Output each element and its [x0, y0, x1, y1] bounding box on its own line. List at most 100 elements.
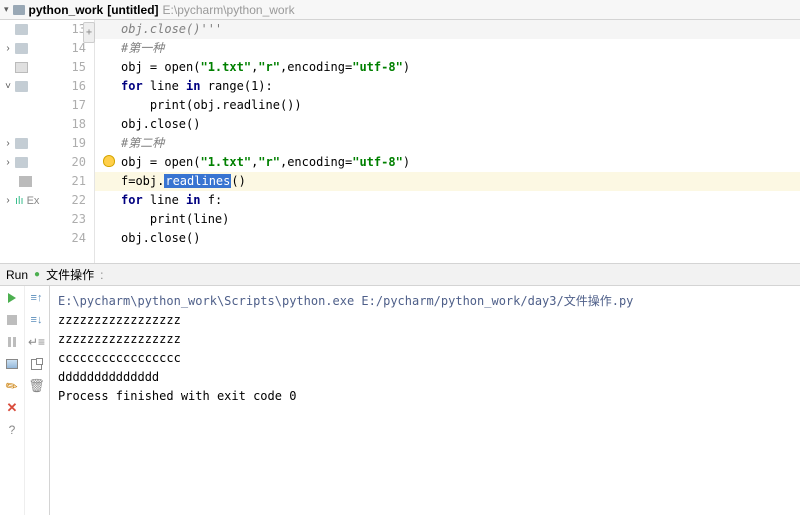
folder-icon	[15, 81, 28, 92]
save-icon[interactable]	[4, 356, 20, 372]
line-number-gutter: 131415161718192021222324	[55, 20, 95, 263]
run-tool-window: Run ● 文件操作 : ✎ ✕ ? ≡↑ ≡↓ ↵≡	[0, 264, 800, 515]
chevron-right-icon[interactable]: ›	[4, 43, 12, 54]
line-number: 21	[55, 172, 86, 191]
console-line: dddddddddddddd	[58, 368, 792, 387]
help-icon[interactable]: ?	[4, 422, 20, 438]
token-str: "utf-8"	[352, 155, 403, 169]
layout-icon[interactable]	[29, 356, 45, 372]
token-str: "1.txt"	[200, 155, 251, 169]
code-line[interactable]: for line in f:	[95, 191, 800, 210]
token-fn: range(1):	[201, 79, 273, 93]
run-console[interactable]: E:\pycharm\python_work\Scripts\python.ex…	[50, 286, 800, 515]
external-libraries-label[interactable]: Ex	[27, 195, 40, 207]
run-command-line: E:\pycharm\python_work\Scripts\python.ex…	[58, 292, 792, 311]
line-number: 19	[55, 134, 86, 153]
breadcrumb: ▾ python_work [untitled] E:\pycharm\pyth…	[0, 0, 800, 20]
code-body[interactable]: +obj.close()''' #第一种 obj = open("1.txt","r…	[95, 20, 800, 263]
token-fn: ()	[231, 174, 245, 188]
run-tab-bar: Run ● 文件操作 :	[0, 264, 800, 286]
run-tab-label[interactable]: 文件操作	[46, 266, 94, 283]
token-fn: )	[403, 155, 410, 169]
code-line[interactable]: print(line)	[95, 210, 800, 229]
scroll-bottom-icon[interactable]: ≡↓	[29, 312, 45, 328]
chevron-down-icon[interactable]: ˅	[4, 81, 12, 92]
line-number: 24	[55, 229, 86, 248]
console-line: Process finished with exit code 0	[58, 387, 792, 406]
line-number: 23	[55, 210, 86, 229]
run-toolbar: ✎ ✕ ? ≡↑ ≡↓ ↵≡ 🗑	[0, 286, 50, 515]
folder-icon	[15, 24, 28, 35]
token-cm: #第一种	[121, 41, 164, 55]
code-line[interactable]: obj.close()	[95, 115, 800, 134]
line-number: 17	[55, 96, 86, 115]
token-fn: f:	[201, 193, 223, 207]
token-kw: for	[121, 193, 143, 207]
fold-icon[interactable]: +	[83, 22, 95, 43]
pin-icon[interactable]: ✎	[4, 378, 20, 394]
token-fn: f=obj.	[121, 174, 164, 188]
chevron-right-icon[interactable]: ›	[4, 138, 12, 149]
token-fn: line	[143, 193, 186, 207]
folder-icon	[15, 43, 28, 54]
folder-icon	[13, 5, 25, 15]
code-line[interactable]: f=obj.readlines()	[95, 172, 800, 191]
token-kw: in	[186, 193, 200, 207]
external-libraries-icon: ılı	[15, 195, 24, 207]
token-str: "utf-8"	[352, 60, 403, 74]
breadcrumb-context: [untitled]	[107, 3, 158, 17]
code-line[interactable]: #第一种	[95, 39, 800, 58]
code-line[interactable]: #第二种	[95, 134, 800, 153]
console-line: ccccccccccccccccc	[58, 349, 792, 368]
line-number: 16	[55, 77, 86, 96]
code-line[interactable]: +obj.close()'''	[95, 20, 800, 39]
intention-bulb-icon[interactable]	[103, 155, 115, 167]
token-str: "r"	[258, 60, 280, 74]
breadcrumb-project[interactable]: python_work	[29, 3, 104, 17]
chevron-right-icon[interactable]: ›	[4, 195, 12, 206]
token-sel: readlines	[164, 174, 231, 188]
token-fn: obj.close()	[121, 117, 200, 131]
code-line[interactable]: obj = open("1.txt","r",encoding="utf-8")	[95, 58, 800, 77]
token-fn: line	[143, 79, 186, 93]
project-tree[interactable]: › ˅ › › ›ılıEx	[0, 20, 55, 263]
file-icon	[15, 62, 28, 73]
line-number: 15	[55, 58, 86, 77]
token-str: "r"	[258, 155, 280, 169]
token-fn: obj = open(	[121, 155, 200, 169]
folder-icon	[15, 138, 28, 149]
line-number: 22	[55, 191, 86, 210]
scroll-top-icon[interactable]: ≡↑	[29, 290, 45, 306]
soft-wrap-icon[interactable]: ↵≡	[29, 334, 45, 350]
token-kw: in	[186, 79, 200, 93]
line-number: 20	[55, 153, 86, 172]
code-line[interactable]: obj = open("1.txt","r",encoding="utf-8")	[95, 153, 800, 172]
run-title: Run	[6, 268, 28, 282]
close-icon[interactable]: ✕	[4, 400, 20, 416]
token-fn: print(line)	[121, 212, 229, 226]
pause-icon[interactable]	[4, 334, 20, 350]
token-fn: )	[403, 60, 410, 74]
code-line[interactable]: obj.close()	[95, 229, 800, 248]
code-line[interactable]: print(obj.readline())	[95, 96, 800, 115]
breadcrumb-path: E:\pycharm\python_work	[163, 3, 295, 17]
token-kw: for	[121, 79, 143, 93]
console-line: zzzzzzzzzzzzzzzzz	[58, 330, 792, 349]
token-fn: obj = open(	[121, 60, 200, 74]
code-line[interactable]: for line in range(1):	[95, 77, 800, 96]
token-fn: print(obj.readline())	[121, 98, 302, 112]
line-number: 14	[55, 39, 86, 58]
scratches-icon	[19, 176, 32, 187]
token-fn: ,encoding=	[280, 155, 352, 169]
code-editor[interactable]: 131415161718192021222324 +obj.close()'''…	[55, 20, 800, 263]
trash-icon[interactable]: 🗑	[29, 378, 45, 394]
token-fn: ,encoding=	[280, 60, 352, 74]
run-icon[interactable]	[4, 290, 20, 306]
chevron-down-icon[interactable]: ▾	[4, 4, 9, 15]
line-number: 18	[55, 115, 86, 134]
chevron-right-icon[interactable]: ›	[4, 157, 12, 168]
folder-icon	[15, 157, 28, 168]
token-str: "1.txt"	[200, 60, 251, 74]
token-fn: obj.close()	[121, 231, 200, 245]
stop-icon[interactable]	[4, 312, 20, 328]
